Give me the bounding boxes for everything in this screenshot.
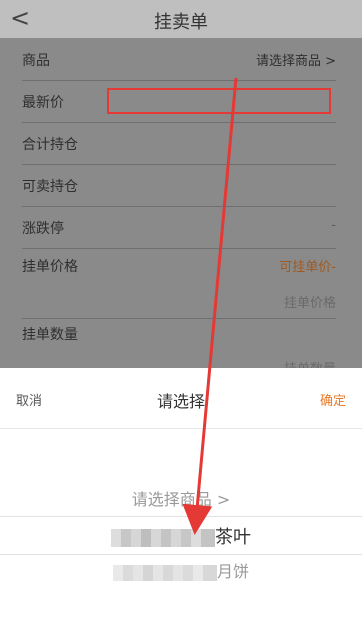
total-position-label: 合计持仓 — [22, 137, 78, 153]
picker-title: 请选择 — [156, 392, 205, 411]
product-highlight-box — [107, 88, 331, 114]
product-row[interactable]: 商品 请选择商品 > — [22, 38, 336, 81]
picker-options[interactable]: 请选择商品 > 茶叶 月饼 — [0, 428, 362, 641]
limit-label: 涨跌停 — [22, 221, 64, 237]
order-price-input[interactable]: 挂单价格 — [284, 292, 336, 311]
order-quantity-label: 挂单数量 — [22, 327, 78, 343]
picker-option-selected[interactable]: 茶叶 — [0, 523, 362, 549]
redacted-text — [112, 564, 217, 581]
order-quantity-row: 挂单数量 挂单数量 — [22, 318, 336, 377]
product-label: 商品 — [22, 53, 50, 69]
sell-order-form: 商品 请选择商品 > 最新价 合计持仓 可卖持仓 涨跌停 - 挂单价格 可挂单价… — [0, 38, 362, 377]
latest-price-label: 最新价 — [22, 95, 64, 111]
confirm-button[interactable]: 确定 — [320, 390, 346, 409]
picker-toolbar: 取消 请选择 确定 — [0, 368, 362, 429]
order-price-row: 挂单价格 可挂单价- 挂单价格 — [22, 248, 336, 319]
redacted-text — [111, 529, 215, 547]
selection-line-top — [0, 516, 362, 517]
product-picker: 取消 请选择 确定 请选择商品 > 茶叶 月饼 — [0, 368, 362, 641]
sellable-position-row: 可卖持仓 — [22, 164, 336, 207]
picker-option[interactable]: 请选择商品 > — [0, 486, 362, 510]
picker-option[interactable]: 月饼 — [0, 558, 362, 582]
limit-value: - — [331, 218, 336, 233]
total-position-row: 合计持仓 — [22, 122, 336, 165]
page-title: 挂卖单 — [154, 12, 208, 33]
app-header: < 挂卖单 — [0, 0, 362, 38]
order-price-hint: 可挂单价- — [279, 260, 336, 275]
option-suffix: 茶叶 — [215, 527, 251, 548]
option-suffix: 月饼 — [216, 562, 249, 581]
limit-row: 涨跌停 - — [22, 206, 336, 249]
order-price-label: 挂单价格 — [22, 259, 78, 275]
sellable-position-label: 可卖持仓 — [22, 179, 78, 195]
select-product-link[interactable]: 请选择商品 > — [256, 50, 336, 69]
selection-line-bottom — [0, 554, 362, 555]
